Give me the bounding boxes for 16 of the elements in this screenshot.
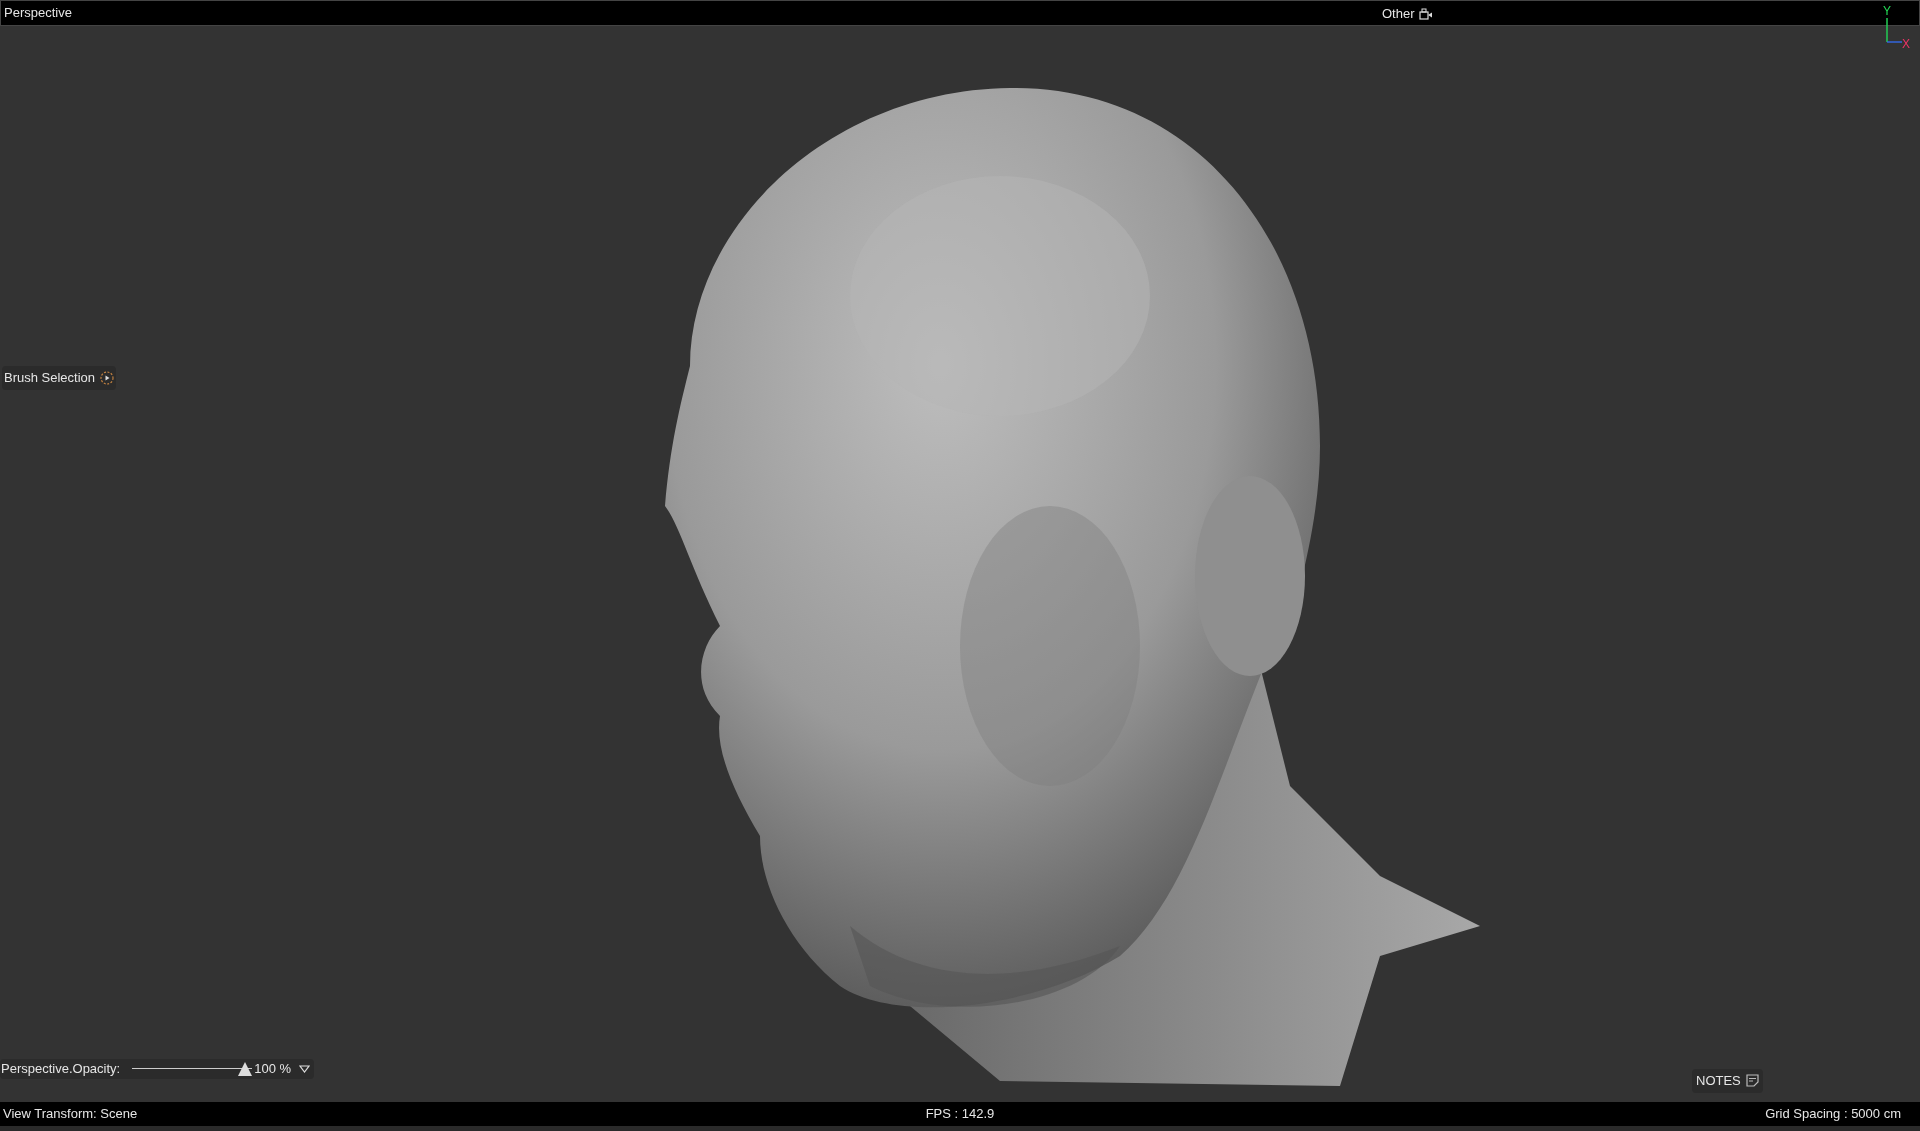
play-icon[interactable]: [100, 370, 115, 385]
opacity-slider[interactable]: [132, 1062, 253, 1076]
axis-gizmo-drawing: Y X: [1878, 4, 1912, 50]
notes-button[interactable]: NOTES: [1692, 1069, 1763, 1093]
brush-selection-button[interactable]: Brush Selection: [2, 366, 117, 390]
grid-spacing-text: Grid Spacing : 5000 cm: [1764, 1105, 1902, 1124]
slider-thumb[interactable]: [238, 1062, 253, 1076]
camera-label[interactable]: Other: [1382, 4, 1415, 24]
dropdown-caret-icon[interactable]: [299, 1065, 311, 1073]
note-icon[interactable]: [1745, 1074, 1759, 1088]
opacity-label: Perspective.Opacity:: [1, 1060, 121, 1079]
view-name: Perspective: [4, 4, 72, 23]
opacity-reading: 100 %: [254, 1060, 292, 1079]
view-transform-text: View Transform: Scene: [3, 1105, 139, 1124]
fps-text: FPS : 142.9: [925, 1105, 995, 1124]
camera-icon[interactable]: [1418, 7, 1433, 20]
